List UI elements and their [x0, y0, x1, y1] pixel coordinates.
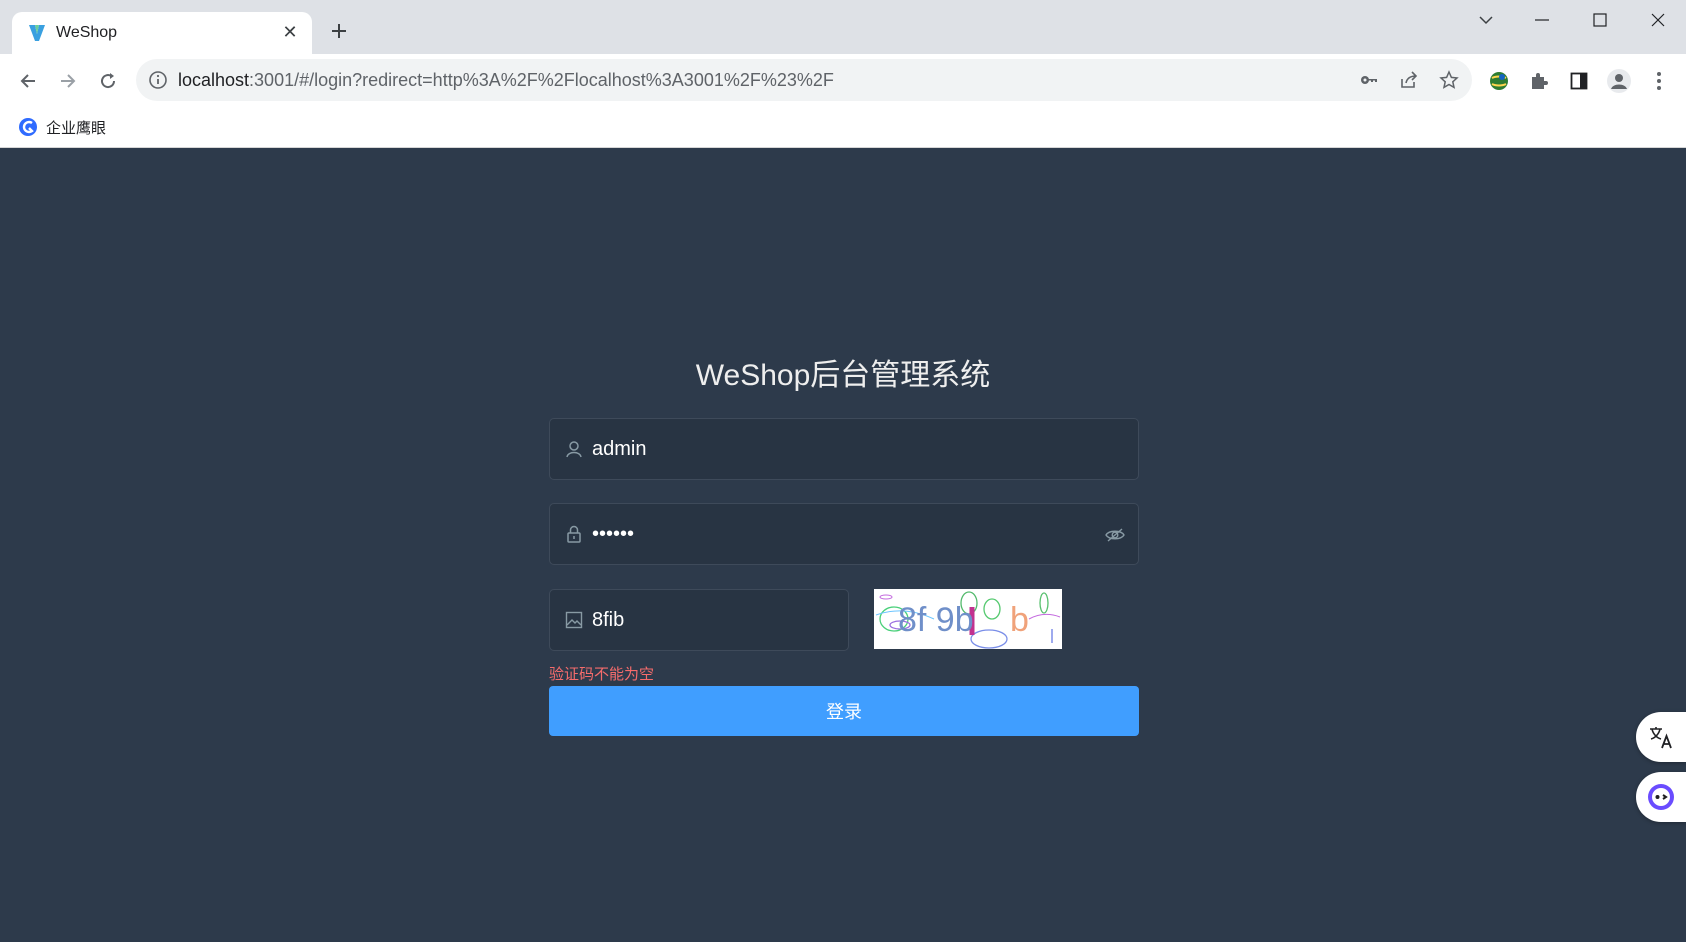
captcha-graphic: 8f 9b b — [875, 591, 1061, 649]
bookmark-item[interactable]: 企业鹰眼 — [18, 114, 106, 140]
lock-icon — [567, 525, 581, 543]
browser-toolbar: localhost:3001/#/login?redirect=http%3A%… — [0, 54, 1686, 108]
user-icon — [566, 441, 582, 458]
translate-float-button[interactable] — [1636, 712, 1686, 762]
reload-icon[interactable] — [94, 67, 122, 95]
site-info-icon[interactable] — [148, 70, 168, 90]
password-input[interactable]: •••••• — [592, 504, 1092, 564]
profile-avatar-icon[interactable] — [1606, 68, 1632, 94]
captcha-text: 8f 9b — [898, 601, 974, 639]
minimize-icon[interactable] — [1522, 8, 1562, 32]
password-field[interactable]: •••••• — [549, 503, 1139, 565]
back-icon[interactable] — [14, 67, 42, 95]
captcha-image[interactable]: 8f 9b b — [874, 589, 1062, 649]
login-button[interactable]: 登录 — [549, 686, 1139, 736]
tab-close-icon[interactable]: ✕ — [278, 20, 302, 44]
assistant-float-button[interactable] — [1636, 772, 1686, 822]
bookmark-label: 企业鹰眼 — [46, 119, 107, 137]
url-host: localhost — [178, 70, 250, 90]
captcha-input[interactable] — [592, 590, 832, 650]
captcha-error-message: 验证码不能为空 — [549, 666, 655, 683]
close-window-icon[interactable] — [1638, 8, 1678, 32]
browser-window: WeShop ✕ localhost:3001/#/login?redirect… — [0, 0, 1686, 942]
maximize-icon[interactable] — [1580, 8, 1620, 32]
extensions-puzzle-icon[interactable] — [1526, 68, 1552, 94]
login-page: WeShop后台管理系统 •••••• — [0, 148, 1686, 942]
menu-kebab-icon[interactable] — [1646, 68, 1672, 94]
username-input[interactable] — [592, 419, 1092, 479]
qiye-eagle-icon — [19, 118, 37, 136]
address-bar[interactable]: localhost:3001/#/login?redirect=http%3A%… — [136, 59, 1472, 101]
assistant-bot-icon — [1648, 784, 1674, 810]
forward-icon[interactable] — [54, 67, 82, 95]
translate-icon — [1650, 727, 1672, 749]
tab-title: WeShop — [56, 24, 118, 41]
url-text[interactable]: localhost:3001/#/login?redirect=http%3A%… — [178, 70, 834, 91]
tab-search-icon[interactable] — [1466, 8, 1506, 32]
tab-weshop[interactable]: WeShop ✕ — [12, 12, 312, 54]
image-icon — [565, 611, 583, 629]
tab-strip: WeShop ✕ — [0, 0, 1686, 54]
bookmark-star-icon[interactable] — [1438, 69, 1460, 91]
username-field[interactable] — [549, 418, 1139, 480]
key-icon[interactable] — [1358, 69, 1380, 91]
share-icon[interactable] — [1398, 69, 1420, 91]
captcha-field[interactable] — [549, 589, 849, 651]
extension-globe-icon[interactable] — [1486, 68, 1512, 94]
weshop-logo-icon — [29, 25, 45, 41]
eye-off-icon[interactable] — [1104, 524, 1126, 546]
new-tab-icon[interactable] — [326, 18, 352, 44]
url-path: :3001/#/login?redirect=http%3A%2F%2Floca… — [249, 70, 834, 90]
svg-text:b: b — [1010, 601, 1029, 639]
side-panel-icon[interactable] — [1566, 68, 1592, 94]
login-title: WeShop后台管理系统 — [695, 359, 991, 392]
bookmarks-bar: 企业鹰眼 — [0, 108, 1686, 148]
